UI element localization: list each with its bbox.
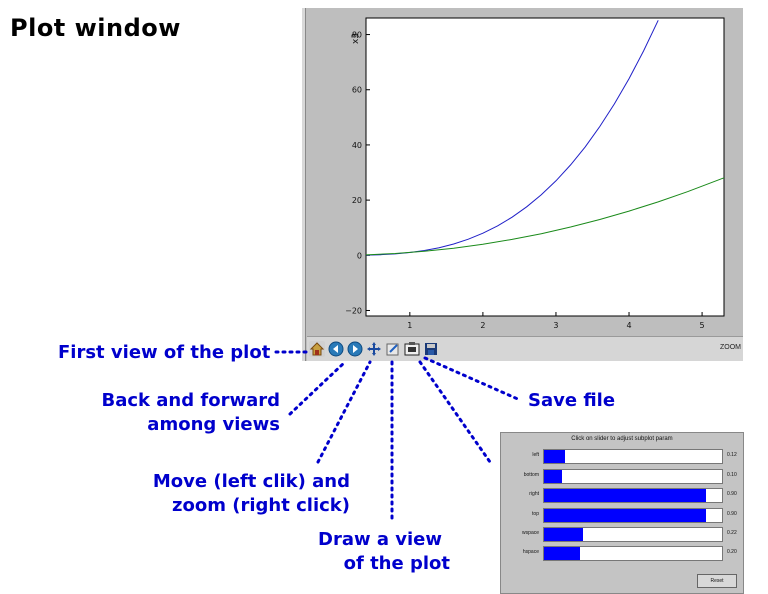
slider-fill [544, 509, 706, 522]
slider-fill [544, 489, 706, 502]
slider-right[interactable] [543, 488, 723, 503]
slider-hspace[interactable] [543, 546, 723, 561]
annotation-draw-view-line2: of the plot [343, 553, 450, 574]
annotation-move-zoom-line1: Move (left clik) and [152, 471, 350, 492]
slider-label: bottom [523, 472, 539, 478]
reset-button[interactable]: Reset [697, 574, 737, 588]
annotation-first-view: First view of the plot [58, 342, 271, 363]
annotation-draw-view-line1: Draw a view [318, 529, 443, 550]
slider-value: 0.90 [727, 491, 737, 497]
annotation-draw-view: Draw a view of the plot [280, 528, 450, 576]
slider-bottom[interactable] [543, 469, 723, 484]
slider-row-top: top 0.90 [501, 507, 743, 523]
slider-row-left: left 0.12 [501, 448, 743, 464]
slider-label: hspace [522, 549, 539, 555]
slider-fill [544, 470, 562, 483]
slider-fill [544, 547, 580, 560]
slider-label: right [529, 491, 539, 497]
connector-back-forward [288, 360, 347, 416]
annotation-back-forward: Back and forward among views [60, 389, 281, 437]
slider-value: 0.12 [727, 452, 737, 458]
annotation-move-zoom: Move (left clik) and zoom (right click) [120, 470, 350, 518]
connector-subplot [418, 360, 492, 464]
annotation-save-file: Save file [528, 390, 616, 411]
slider-value: 0.10 [727, 472, 737, 478]
slider-row-right: right 0.90 [501, 487, 743, 503]
slider-label: left [532, 452, 539, 458]
subplot-config-window: Click on slider to adjust subplot param … [500, 432, 744, 594]
slider-fill [544, 450, 566, 463]
connector-save-file [423, 356, 522, 402]
slider-wspace[interactable] [543, 527, 723, 542]
slider-row-wspace: wspace 0.22 [501, 526, 743, 542]
slider-row-bottom: bottom 0.10 [501, 468, 743, 484]
slider-label: wspace [522, 530, 539, 536]
slider-value: 0.20 [727, 549, 737, 555]
annotation-move-zoom-line2: zoom (right click) [172, 495, 350, 516]
slider-fill [544, 528, 584, 541]
slider-row-hspace: hspace 0.20 [501, 545, 743, 561]
slider-left[interactable] [543, 449, 723, 464]
connector-move-zoom [316, 360, 372, 464]
slider-top[interactable] [543, 508, 723, 523]
slider-value: 0.22 [727, 530, 737, 536]
slider-label: top [532, 511, 539, 517]
subplot-window-title: Click on slider to adjust subplot param [571, 436, 673, 442]
slider-value: 0.90 [727, 511, 737, 517]
annotation-back-forward-line1: Back and forward [101, 390, 281, 411]
annotation-back-forward-line2: among views [147, 414, 280, 435]
